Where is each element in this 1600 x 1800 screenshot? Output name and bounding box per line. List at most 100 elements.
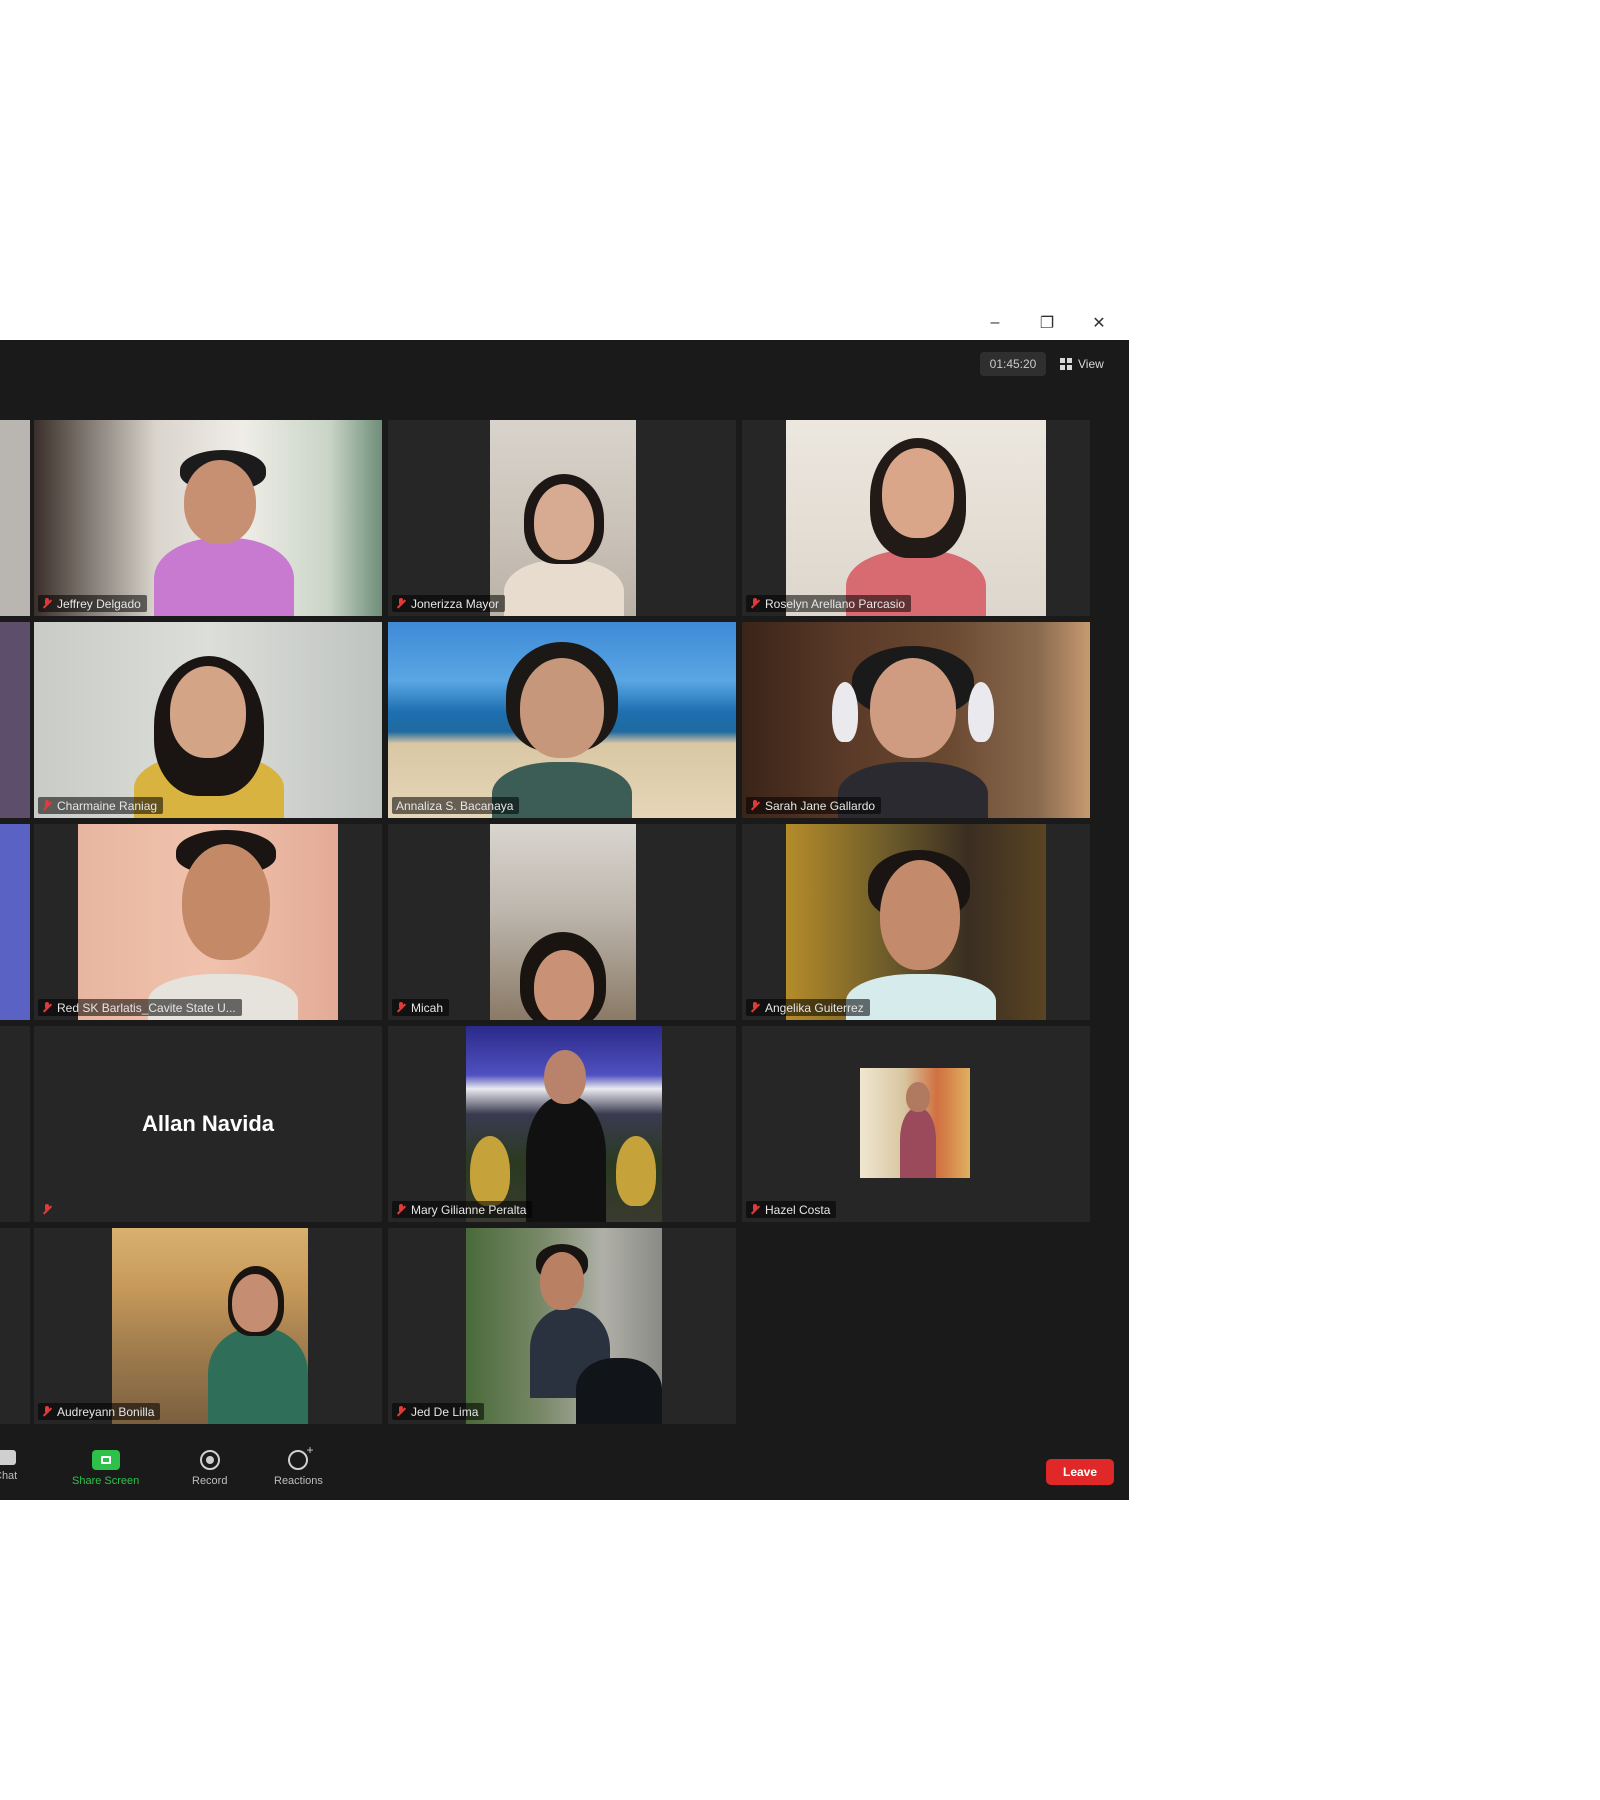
participant-tile[interactable]: Sarah Jane Gallardo xyxy=(742,622,1090,818)
muted-mic-icon xyxy=(750,1002,760,1013)
participant-nameplate: Sarah Jane Gallardo xyxy=(746,797,882,814)
record-label: Record xyxy=(192,1475,228,1487)
participant-tile[interactable]: Mary Gilianne Peralta xyxy=(388,1026,736,1222)
chat-label: Chat xyxy=(0,1470,18,1482)
muted-mic-icon xyxy=(750,1204,760,1215)
participant-nameplate: Roselyn Arellano Parcasio xyxy=(746,595,912,612)
participant-video xyxy=(786,824,1046,1020)
chat-button[interactable]: Chat xyxy=(0,1450,17,1482)
chat-icon xyxy=(0,1450,16,1465)
participant-name: Jonerizza Mayor xyxy=(411,596,500,611)
muted-mic-icon xyxy=(42,1204,52,1215)
participant-tile[interactable]: Charmaine Raniag xyxy=(34,622,382,818)
muted-mic-icon xyxy=(750,598,760,609)
participant-name: Roselyn Arellano Parcasio xyxy=(765,596,906,611)
participant-photo xyxy=(466,1026,662,1222)
participant-video xyxy=(388,622,736,818)
participant-tile[interactable]: Red SK Barlatis_Cavite State U... xyxy=(34,824,382,1020)
muted-mic-icon xyxy=(42,598,52,609)
participant-tile-partial[interactable] xyxy=(0,824,30,1020)
muted-mic-icon xyxy=(42,800,52,811)
participant-tile[interactable]: Angelika Guiterrez xyxy=(742,824,1090,1020)
participant-name: Micah xyxy=(411,1000,444,1015)
title-bar: – ❐ ✕ xyxy=(0,306,1129,340)
participant-tile-partial[interactable] xyxy=(0,1228,30,1424)
participant-tile[interactable]: Annaliza S. Bacanaya xyxy=(388,622,736,818)
participant-photo xyxy=(112,1228,308,1424)
participant-nameplate: Charmaine Raniag xyxy=(38,797,164,814)
muted-mic-icon xyxy=(750,800,760,811)
reactions-icon xyxy=(288,1443,313,1470)
muted-mic-icon xyxy=(42,1406,52,1417)
participant-name: Sarah Jane Gallardo xyxy=(765,798,876,813)
participant-nameplate xyxy=(38,1201,58,1218)
participant-name: Annaliza S. Bacanaya xyxy=(396,798,514,813)
muted-mic-icon xyxy=(396,1406,406,1417)
participant-name: Angelika Guiterrez xyxy=(765,1000,864,1015)
close-button[interactable]: ✕ xyxy=(1076,310,1122,336)
record-icon xyxy=(199,1450,220,1470)
participant-name: Red SK Barlatis_Cavite State U... xyxy=(57,1000,236,1015)
muted-mic-icon xyxy=(396,1204,406,1215)
participant-tile[interactable]: Jed De Lima xyxy=(388,1228,736,1424)
participant-nameplate: Mary Gilianne Peralta xyxy=(392,1201,533,1218)
share-screen-button[interactable]: Share Screen xyxy=(72,1450,139,1487)
participant-name: Jeffrey Delgado xyxy=(57,596,141,611)
meeting-timer: 01:45:20 xyxy=(980,352,1046,376)
zoom-window: – ❐ ✕ 01:45:20 View Jeffrey Delgado Jone… xyxy=(0,306,1129,1500)
gallery-view-icon xyxy=(1060,358,1072,370)
share-screen-icon xyxy=(91,1450,120,1470)
view-label: View xyxy=(1078,357,1104,371)
record-button[interactable]: Record xyxy=(192,1450,227,1487)
reactions-label: Reactions xyxy=(274,1475,323,1487)
participant-nameplate: Jonerizza Mayor xyxy=(392,595,506,612)
participant-video xyxy=(34,420,382,616)
participant-name: Mary Gilianne Peralta xyxy=(411,1202,527,1217)
muted-mic-icon xyxy=(396,598,406,609)
participant-nameplate: Micah xyxy=(392,999,450,1016)
participant-tile-partial[interactable] xyxy=(0,1026,30,1222)
participant-name: Audreyann Bonilla xyxy=(57,1404,155,1419)
participant-tile[interactable]: Jonerizza Mayor xyxy=(388,420,736,616)
minimize-button[interactable]: – xyxy=(972,310,1018,336)
meeting-top-bar: 01:45:20 View xyxy=(0,340,1129,386)
participant-tile[interactable]: Micah xyxy=(388,824,736,1020)
participant-name-display: Allan Navida xyxy=(141,1111,275,1136)
leave-button[interactable]: Leave xyxy=(1046,1459,1114,1485)
participant-nameplate: Red SK Barlatis_Cavite State U... xyxy=(38,999,242,1016)
participant-video xyxy=(0,622,30,818)
participant-video xyxy=(34,622,382,818)
participant-nameplate: Annaliza S. Bacanaya xyxy=(392,797,520,814)
participant-video xyxy=(742,622,1090,818)
participant-video xyxy=(490,824,636,1020)
participant-tile[interactable]: Audreyann Bonilla xyxy=(34,1228,382,1424)
view-button[interactable]: View xyxy=(1060,352,1120,376)
participant-video xyxy=(0,420,30,616)
participant-tile[interactable]: Allan Navida xyxy=(34,1026,382,1222)
participant-nameplate: Jed De Lima xyxy=(392,1403,485,1420)
share-screen-label: Share Screen xyxy=(72,1475,140,1487)
participant-video xyxy=(0,824,30,1020)
participant-tile[interactable]: Hazel Costa xyxy=(742,1026,1090,1222)
participant-name: Hazel Costa xyxy=(765,1202,831,1217)
participant-nameplate: Hazel Costa xyxy=(746,1201,837,1218)
participant-name: Charmaine Raniag xyxy=(57,798,158,813)
participant-photo xyxy=(466,1228,662,1424)
participant-name: Jed De Lima xyxy=(411,1404,479,1419)
participant-video xyxy=(786,420,1046,616)
participant-profile-photo xyxy=(860,1068,970,1178)
participant-tile-partial[interactable] xyxy=(0,622,30,818)
reactions-button[interactable]: Reactions xyxy=(274,1443,323,1487)
participant-video xyxy=(78,824,338,1020)
participant-video xyxy=(490,420,636,616)
restore-button[interactable]: ❐ xyxy=(1024,310,1070,336)
meeting-area: 01:45:20 View Jeffrey Delgado Jonerizza … xyxy=(0,340,1129,1500)
participant-nameplate: Jeffrey Delgado xyxy=(38,595,147,612)
participant-tile-partial[interactable] xyxy=(0,420,30,616)
participant-tile[interactable]: Jeffrey Delgado xyxy=(34,420,382,616)
muted-mic-icon xyxy=(42,1002,52,1013)
meeting-toolbar: Chat Share Screen Record Reactions Leave xyxy=(0,1442,1129,1500)
muted-mic-icon xyxy=(396,1002,406,1013)
participant-nameplate: Audreyann Bonilla xyxy=(38,1403,161,1420)
participant-tile[interactable]: Roselyn Arellano Parcasio xyxy=(742,420,1090,616)
